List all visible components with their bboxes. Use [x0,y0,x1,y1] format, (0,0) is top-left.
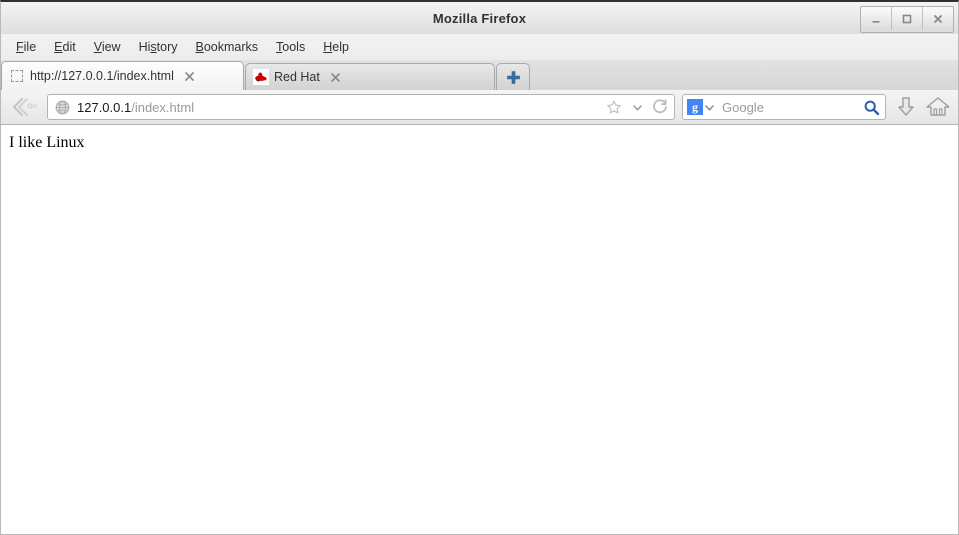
maximize-button[interactable] [892,7,923,30]
tab-label: http://127.0.0.1/index.html [30,69,174,83]
window-title: Mozilla Firefox [432,10,527,26]
plus-icon [506,70,520,84]
firefox-window: Mozilla Firefox File Edit View History B… [0,0,959,535]
url-host: 127.0.0.1 [77,99,132,115]
menu-bar: File Edit View History Bookmarks Tools H… [0,34,959,60]
home-icon[interactable] [924,93,952,121]
chevron-down-icon[interactable] [627,97,647,117]
menu-item-file[interactable]: File [7,37,45,57]
tab-label: Red Hat [274,70,320,84]
back-button[interactable] [7,94,41,120]
new-tab-button[interactable] [496,63,530,90]
url-bar[interactable]: 127.0.0.1/index.html [47,94,675,120]
red-hat-shadowman-icon [253,69,269,85]
reload-icon[interactable] [650,97,670,117]
back-arrow-icon [12,97,38,117]
search-engine-chevron-down-icon[interactable] [703,97,716,117]
tab-close-icon[interactable] [182,68,198,84]
menu-item-tools[interactable]: Tools [267,37,314,57]
menu-item-view[interactable]: View [85,37,130,57]
close-button[interactable] [923,7,953,30]
google-icon: g [687,99,703,115]
menu-item-help[interactable]: Help [314,37,358,57]
tab-red-hat[interactable]: Red Hat [245,63,495,90]
page-body-text: I like Linux [9,134,85,151]
tab-localhost-index[interactable]: http://127.0.0.1/index.html [1,61,244,90]
title-bar: Mozilla Firefox [0,0,959,34]
url-bar-actions [604,97,670,117]
maximize-icon [902,14,912,23]
search-input[interactable]: Google [722,100,861,115]
minimize-icon [872,20,880,23]
globe-icon [54,99,70,115]
url-path: /index.html [131,99,195,115]
placeholder-favicon-icon [9,68,25,84]
menu-item-bookmarks[interactable]: Bookmarks [187,37,268,57]
minimize-button[interactable] [861,7,892,30]
tab-close-icon[interactable] [328,69,344,85]
star-icon[interactable] [604,97,624,117]
tab-bar: http://127.0.0.1/index.html Red Hat [0,60,959,90]
menu-item-edit[interactable]: Edit [45,37,85,57]
page-content-area: I like Linux [0,125,959,535]
close-icon [934,14,942,23]
toolbar-right-icons [892,93,952,121]
menu-item-history[interactable]: History [130,37,187,57]
magnifier-icon[interactable] [861,97,881,117]
download-arrow-icon[interactable] [892,93,920,121]
navigation-toolbar: 127.0.0.1/index.html g Google [0,90,959,125]
search-bar[interactable]: g Google [682,94,886,120]
url-text: 127.0.0.1/index.html [77,100,604,115]
window-controls [860,6,954,33]
